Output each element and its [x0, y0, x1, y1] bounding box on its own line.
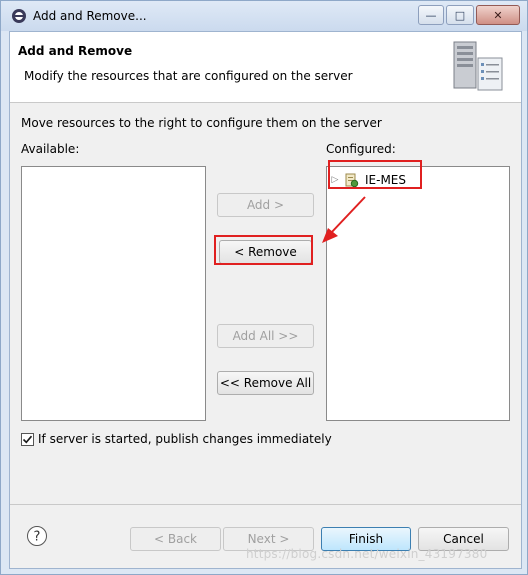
watermark-text: https://blog.csdn.net/weixin_43197380 [246, 547, 488, 561]
annotation-arrow [322, 196, 366, 243]
